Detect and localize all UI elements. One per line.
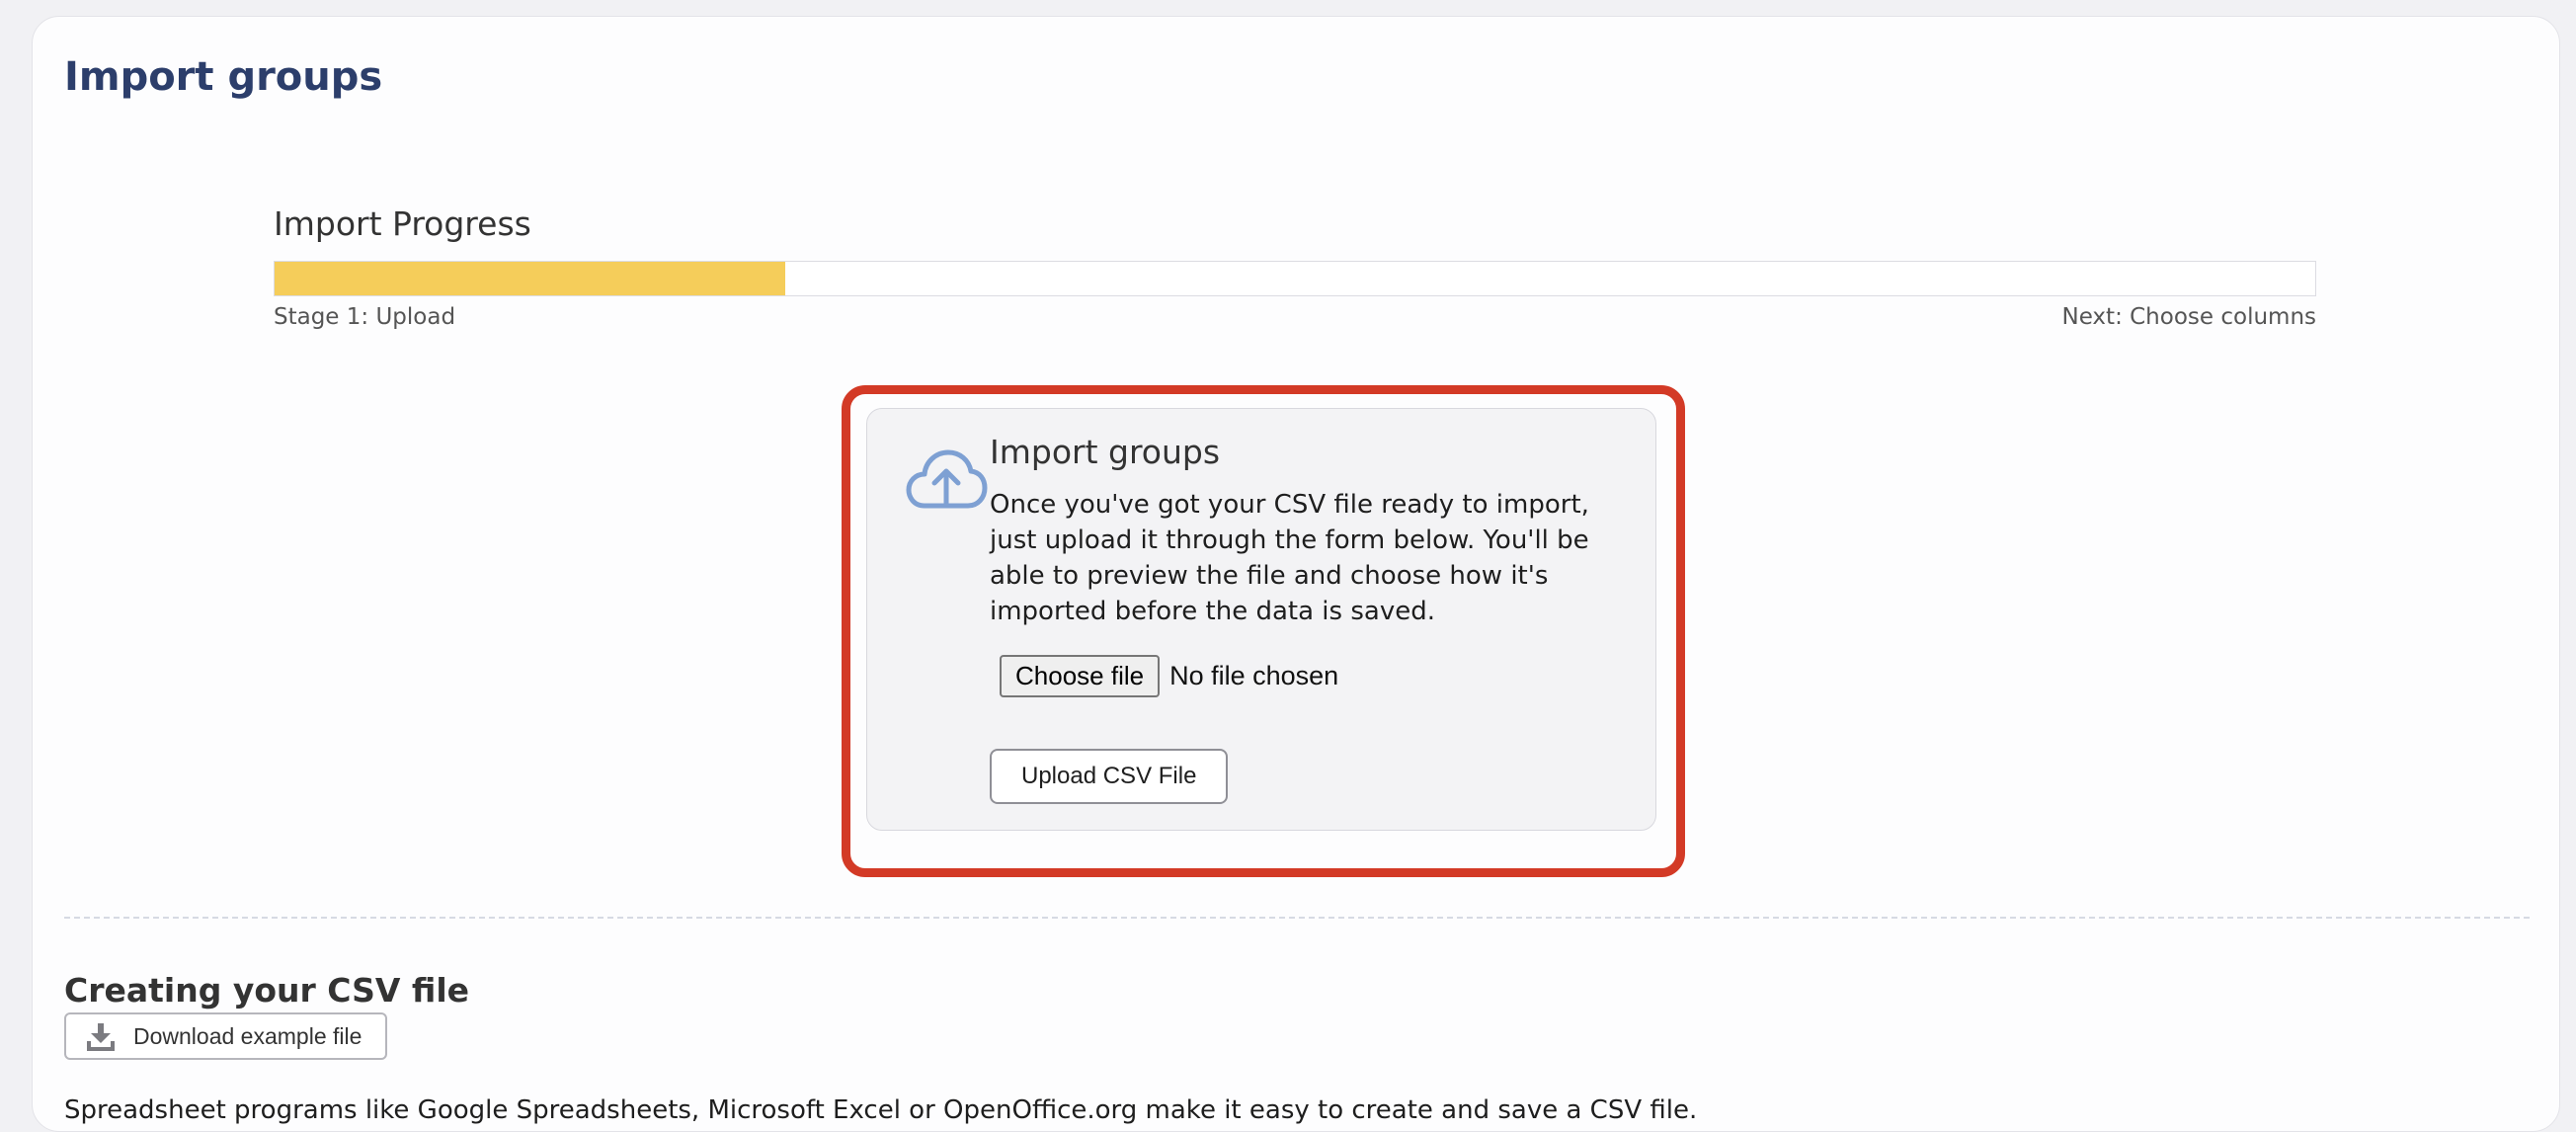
highlight-outline (842, 385, 1685, 877)
progress-title: Import Progress (274, 204, 531, 243)
csv-help-text: Spreadsheet programs like Google Spreads… (64, 1095, 1698, 1125)
csv-section-title: Creating your CSV file (64, 971, 470, 1010)
progress-stage-label: Stage 1: Upload (274, 304, 456, 330)
import-progress: Import Progress Stage 1: Upload Next: Ch… (274, 204, 2316, 330)
download-icon (87, 1023, 115, 1051)
main-card: Import groups Import Progress Stage 1: U… (32, 16, 2560, 1132)
section-divider (64, 917, 2530, 919)
page-title: Import groups (64, 54, 383, 100)
download-example-button[interactable]: Download example file (64, 1012, 388, 1060)
download-button-label: Download example file (133, 1022, 362, 1049)
progress-next-label: Next: Choose columns (2061, 304, 2316, 330)
progress-labels: Stage 1: Upload Next: Choose columns (274, 304, 2316, 330)
progress-fill (275, 262, 785, 295)
progress-bar (274, 261, 2316, 296)
